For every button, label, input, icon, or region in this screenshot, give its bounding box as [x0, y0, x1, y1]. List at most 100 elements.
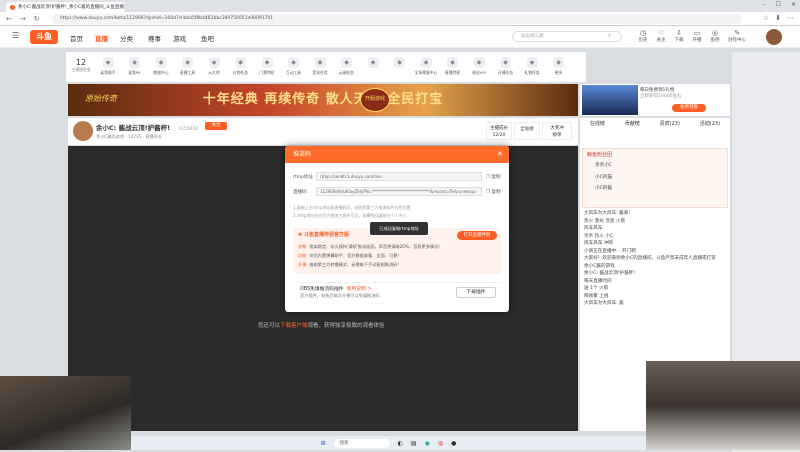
category-item[interactable]: ◆ 更多 — [547, 57, 571, 76]
close-icon[interactable]: ✕ — [497, 150, 503, 158]
category-item[interactable]: ◆ — [361, 57, 385, 70]
header-creator[interactable]: ✎ 创作中心 — [724, 29, 750, 43]
taskbar-search[interactable]: 搜索 — [333, 438, 390, 448]
download-icon[interactable]: ⬇ — [775, 14, 781, 22]
close-window-icon[interactable]: ✕ — [791, 1, 796, 8]
back-icon[interactable]: ← — [6, 15, 12, 23]
menu-icon[interactable]: ⋯ — [787, 14, 794, 22]
category-icon: ◆ — [288, 57, 299, 68]
tab-activity[interactable]: 活动(23) — [700, 120, 720, 127]
taskbar-app-icon[interactable]: ▤ — [411, 440, 417, 447]
nav-home[interactable]: 首页 — [70, 33, 83, 43]
promo-line: 功能 伴侣内置弹幕助手、官方数据查看、全面、可靠! — [298, 253, 400, 258]
copy-rtmp-button[interactable]: ❐ 复制 — [486, 174, 500, 180]
category-item[interactable]: ◆ 开播任务 — [494, 57, 518, 76]
category-item[interactable]: ◆ 竞技任务 — [308, 57, 332, 76]
category-item[interactable]: ◆ 礼物任务 — [229, 57, 253, 76]
category-icon: ◆ — [473, 57, 485, 68]
side-ad-button[interactable]: 免费领取 — [672, 104, 706, 112]
stream-key-field[interactable]: 112906eXUuKiayZIdyPN=*******************… — [316, 187, 482, 196]
douyu-favicon-icon — [10, 4, 15, 10]
nav-games[interactable]: 游戏 — [173, 33, 186, 43]
taskbar-app-icon[interactable]: ◉ — [425, 440, 430, 447]
nav-category[interactable]: 分类 — [120, 33, 133, 43]
open-companion-button[interactable]: 打开直播伴侣 — [457, 231, 497, 240]
forward-icon[interactable]: → — [20, 15, 26, 23]
fan-club-title: 鲸鱼粉丝团 — [587, 152, 613, 158]
douyu-logo[interactable]: 斗鱼 — [30, 30, 58, 44]
anchor-meta: 余小C酱的游戏 · 14735 · 直播时长 — [96, 134, 163, 139]
browser-tab[interactable]: 余小C:酱战云顶!护酱杯!_余小C酱的直播间_斗鱼直播 — [6, 2, 124, 12]
category-item[interactable]: ◆ AI大师 — [202, 57, 226, 76]
anchor-title: 余小C: 酱战云顶!护酱杯! 3155932 — [96, 124, 199, 132]
download-plugin-button[interactable]: 下载插件 — [456, 287, 496, 298]
category-item[interactable]: ◆ 礼物任务 — [520, 57, 544, 76]
category-icon: ◆ — [235, 57, 246, 68]
creator-icon: ✎ — [734, 29, 740, 37]
windows-start-icon[interactable]: ⊞ — [321, 440, 326, 447]
minimize-icon[interactable]: – — [763, 1, 766, 8]
level-badge: 12 主播经验值 — [71, 58, 91, 72]
rtmp-field[interactable]: rtmp://sendtc1.douyu.com/live — [316, 172, 482, 181]
category-item[interactable]: ◆ 直播特权 — [441, 57, 465, 76]
prize-button[interactable]: 大奖冲 榜单 — [542, 122, 572, 140]
user-avatar[interactable] — [766, 29, 782, 45]
anchor-avatar[interactable] — [73, 121, 93, 141]
obs-desc: 官方插件，安装后每次开播可以免填推流码 — [300, 293, 380, 298]
category-icon: ◆ — [261, 57, 273, 68]
rank-button[interactable]: 全站榜 — [514, 122, 540, 140]
promo-banner[interactable]: 十年经典 再续传奇 散人天堂 全民打宝 — [68, 84, 578, 116]
chat-message: 热火 激光 流星 火箭 — [584, 218, 626, 224]
side-ad-image[interactable] — [582, 85, 638, 115]
chat-message: 风车风车 — [584, 226, 603, 231]
category-item[interactable]: ◆ 互动工具 — [282, 57, 306, 76]
chat-message: 小窝正在直播中... 开门啊 — [584, 248, 636, 254]
chat-message: 送 1个 火箭 — [584, 286, 609, 291]
taskbar-app-icon[interactable]: ◍ — [438, 440, 443, 447]
category-item[interactable]: ◆ 数据中心 — [149, 57, 173, 76]
chat-message: 网易聚 上线 — [584, 293, 609, 299]
webcam-overlay-left — [0, 376, 131, 450]
copy-key-button[interactable]: ❐ 复制 — [486, 189, 500, 195]
companion-title: ✺ 斗鱼直播伴侣官方版 — [298, 232, 349, 238]
nav-yuba[interactable]: 鱼吧 — [201, 33, 214, 43]
tab-vip[interactable]: 贵宾(23) — [660, 120, 680, 127]
chat-tabs: 在线榜 贡献榜 贵宾(23) 活动(23) — [580, 120, 730, 127]
taskbar-app-icon[interactable]: ◐ — [398, 440, 403, 447]
category-item[interactable]: ◆ 门票特权 — [255, 57, 279, 76]
chat-message: 每天直播时间 — [584, 278, 612, 284]
maximize-icon[interactable]: ☐ — [776, 1, 781, 8]
taskbar: ⊞ 搜索 ◐ ▤ ◉ ◍ ● — [131, 436, 646, 450]
category-item[interactable]: ◆ — [388, 57, 412, 70]
category-item[interactable]: ◆ 鲨鱼助手 — [96, 57, 120, 76]
category-item[interactable]: ◆ 鲨鱼PK — [123, 57, 147, 76]
anchor-growth-button[interactable]: 主播成长 12/20 — [486, 122, 512, 140]
follow-button[interactable]: 关注 — [205, 122, 227, 130]
search-input[interactable]: 宿舍蝴三姨 — [512, 31, 622, 42]
download-client-link[interactable]: 下载客户端 — [280, 323, 308, 329]
category-icon: ◆ — [155, 57, 167, 68]
category-item[interactable]: ◆ 全场景客中心 — [414, 57, 438, 76]
tab-online[interactable]: 在线榜 — [590, 120, 605, 127]
star-icon[interactable]: ☆ — [763, 14, 769, 22]
tab-contrib[interactable]: 贡献榜 — [625, 120, 640, 127]
nav-live[interactable]: 直播 — [95, 33, 108, 43]
promo-line: 流畅 框架稳定、永久保持'满帧'推流画面，声音更清晰20%，音质更多情况! — [298, 244, 440, 249]
category-item[interactable]: ◆ 云端任务 — [335, 57, 359, 76]
reload-icon[interactable]: ↻ — [34, 15, 40, 23]
chat-message: 余小C酱的游戏 — [584, 263, 615, 269]
url-field[interactable]: https://www.douyu.com/beta/112906?dyshid… — [52, 14, 742, 24]
nav-events[interactable]: 赛事 — [148, 33, 161, 43]
banner-badge: 开服游戏 — [360, 88, 390, 112]
side-ad-text: 每日免费领1礼物 立即获得10000鱼丸 — [640, 88, 682, 99]
obs-help-link[interactable]: 使用说明 > — [347, 287, 372, 292]
taskbar-app-icon[interactable]: ● — [451, 440, 456, 447]
hamburger-icon[interactable]: ☰ — [12, 31, 19, 40]
category-item[interactable]: ◆ 直播工具 — [176, 57, 200, 76]
promo-line: 开播 借助第三方转播模式，无需每下手动复制推流码! — [298, 262, 400, 267]
chat-message: 余小C: 酱战云顶!护酱杯! — [584, 271, 636, 276]
browser-nav: ← → ↻ — [6, 15, 40, 23]
search-icon[interactable]: ⌕ — [608, 32, 611, 40]
header-yuba[interactable]: ◎ 鱼吧 — [704, 29, 726, 43]
category-item[interactable]: ◆ 粉丝VIP — [467, 57, 491, 76]
